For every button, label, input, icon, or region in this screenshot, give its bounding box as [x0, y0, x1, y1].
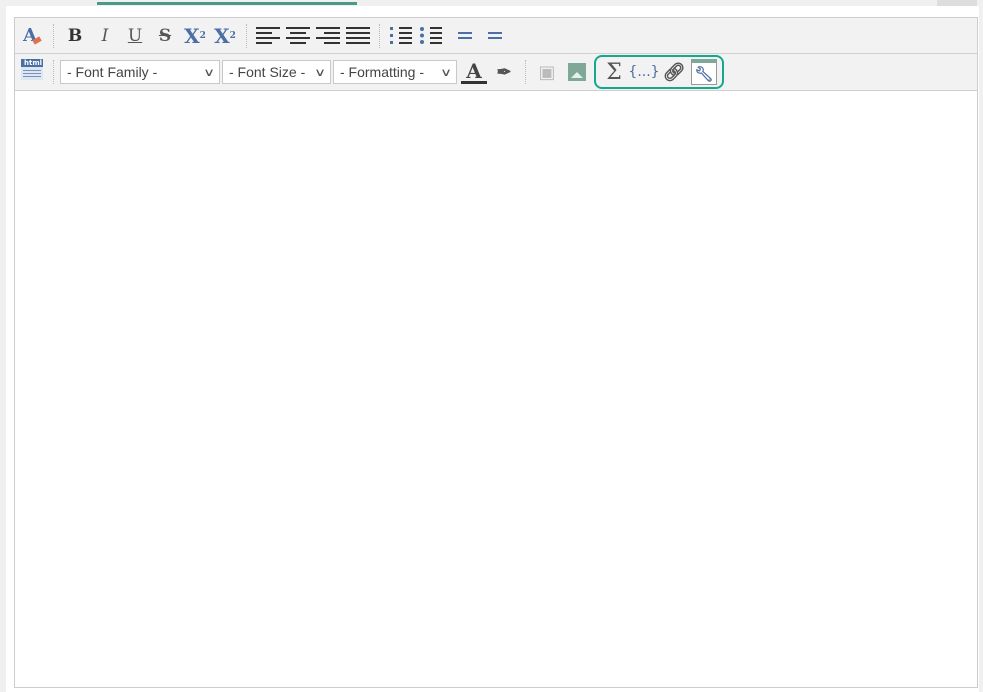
formatting-value: - Formatting -	[340, 64, 425, 80]
spellcheck-icon[interactable]: A	[19, 23, 45, 49]
wrench-icon[interactable]: 🔧︎	[691, 59, 717, 85]
italic-button[interactable]: I	[92, 23, 118, 49]
separator	[246, 23, 247, 48]
save-icon[interactable]: ▣	[534, 59, 560, 85]
superscript-button[interactable]: X2	[212, 23, 238, 49]
toolbar-row-2: html - Font Family - ∨ - Font Size - ∨ - F…	[15, 54, 977, 91]
chevron-down-icon: ∨	[202, 66, 216, 79]
font-family-value: - Font Family -	[67, 64, 158, 80]
align-justify-icon[interactable]	[345, 23, 371, 49]
toolbar-row-1: A B I U S X2 X2	[15, 18, 977, 54]
subscript-label: X	[184, 23, 200, 48]
formatting-select[interactable]: - Formatting - ∨	[333, 60, 457, 84]
chevron-down-icon: ∨	[439, 66, 453, 79]
underline-button[interactable]: U	[122, 23, 148, 49]
active-tab-indicator[interactable]	[97, 2, 357, 5]
highlight-color-icon[interactable]: ✒	[491, 59, 517, 85]
link-icon[interactable]: 🔗︎	[661, 59, 687, 85]
font-size-select[interactable]: - Font Size - ∨	[222, 60, 331, 84]
html-source-button[interactable]: html	[19, 59, 45, 85]
image-icon[interactable]	[564, 59, 590, 85]
separator	[53, 60, 54, 84]
align-right-icon[interactable]	[315, 23, 341, 49]
subscript-mark: 2	[199, 30, 206, 41]
editor-content-area[interactable]	[15, 91, 977, 687]
superscript-mark: 2	[229, 30, 236, 41]
ordered-list-icon[interactable]	[388, 23, 414, 49]
outdent-icon[interactable]	[478, 23, 504, 49]
rich-text-editor: A B I U S X2 X2 html - Font Family - ∨ - …	[14, 17, 978, 688]
bold-button[interactable]: B	[62, 23, 88, 49]
font-size-value: - Font Size -	[229, 64, 306, 80]
text-color-button[interactable]: A	[461, 59, 487, 84]
highlighted-tool-group: Σ {...} 🔗︎ 🔧︎	[594, 55, 724, 89]
placeholder-icon[interactable]: {...}	[628, 59, 659, 85]
separator	[525, 60, 526, 84]
chevron-down-icon: ∨	[313, 66, 327, 79]
separator	[379, 23, 380, 48]
separator	[53, 23, 54, 48]
html-badge: html	[21, 59, 43, 67]
font-family-select[interactable]: - Font Family - ∨	[60, 60, 220, 84]
strikethrough-button[interactable]: S	[152, 23, 178, 49]
align-center-icon[interactable]	[285, 23, 311, 49]
indent-icon[interactable]	[448, 23, 474, 49]
superscript-label: X	[214, 23, 230, 48]
sigma-icon[interactable]: Σ	[601, 59, 627, 85]
unordered-list-icon[interactable]	[418, 23, 444, 49]
subscript-button[interactable]: X2	[182, 23, 208, 49]
align-left-icon[interactable]	[255, 23, 281, 49]
